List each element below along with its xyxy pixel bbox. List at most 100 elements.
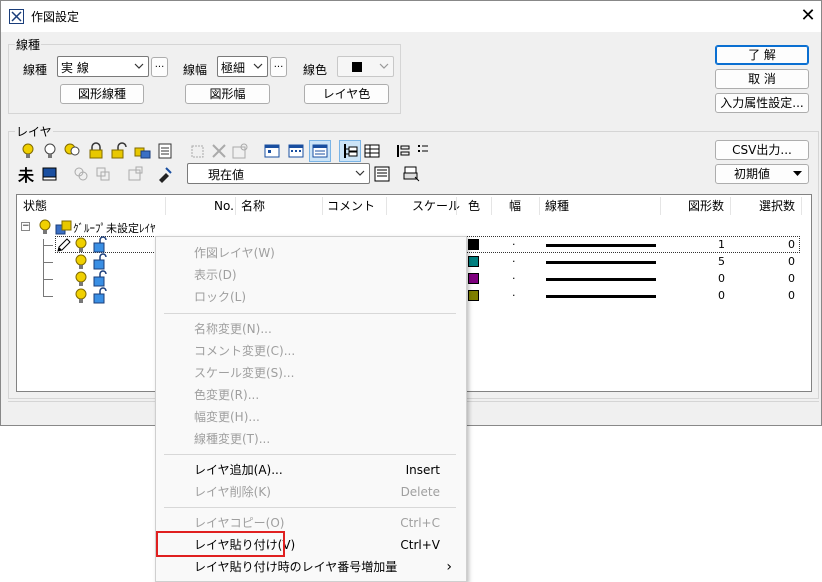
linewidth-label: 線幅 [183,63,208,77]
tree-view-icon[interactable] [339,140,361,162]
menu-item-change-linetype[interactable]: 線種変更(T)... [156,428,466,450]
submenu-arrow-icon: › [446,559,452,575]
close-icon[interactable]: ✕ [797,5,819,27]
input-attribute-settings-button[interactable]: 入力属性設定... [715,93,809,113]
view-details-icon[interactable] [309,140,331,162]
layer-color-fill-icon[interactable] [41,165,59,183]
shape-linetype-button[interactable]: 図形線種 [60,84,144,104]
menu-item-change-width[interactable]: 幅変更(H)... [156,406,466,428]
menu-item-rename[interactable]: 名称変更(N)... [156,318,466,340]
linewidth-more-button[interactable]: ... [270,57,287,77]
column-header-comment[interactable]: コメント [327,195,375,217]
current-value-select[interactable]: 現在値 [187,163,370,184]
window-title: 作図設定 [31,10,80,24]
group-layer-icon[interactable] [55,218,73,236]
chevron-down-icon [134,63,144,69]
layer-print-icon[interactable] [402,165,420,183]
menu-item-change-color[interactable]: 色変更(R)... [156,384,466,406]
row-width[interactable]: · [512,255,516,268]
row-linetype-sample[interactable] [546,244,656,247]
row-color-swatch[interactable] [468,290,479,301]
hierarchy-icon[interactable] [394,142,412,160]
collapse-toggle[interactable]: − [21,222,30,231]
view-large-icon[interactable] [263,142,281,160]
column-header-color[interactable]: 色 [468,195,480,217]
unlock-icon[interactable] [92,253,110,271]
bulb-on-icon[interactable] [73,236,91,254]
group-row-label[interactable]: ｸﾞﾙｰﾌﾟ未設定ﾚｲﾔ [73,220,156,236]
row-color-swatch[interactable] [468,256,479,267]
view-small-icon[interactable] [287,142,305,160]
row-color-swatch[interactable] [468,273,479,284]
unlock-icon[interactable] [92,236,110,254]
row-linetype-sample[interactable] [546,278,656,281]
lock-toggle-icon[interactable] [133,142,151,160]
column-header-shape-count[interactable]: 図形数 [688,195,724,217]
bulb-on-icon[interactable] [73,270,91,288]
layer-table-icon[interactable] [373,165,391,183]
column-header-state[interactable]: 状態 [23,195,47,217]
layer-group-title: レイヤ [15,123,53,140]
highlight-box [156,531,285,557]
bulb-on-icon[interactable] [73,253,91,271]
list-bullets-icon[interactable] [415,142,433,160]
row-selected-count: 0 [788,272,795,285]
linecolor-label: 線色 [303,63,328,77]
chevron-down-icon [379,63,389,69]
new-layer-icon [189,142,207,160]
menu-item-delete-layer[interactable]: レイヤ削除(K) Delete [156,481,466,503]
row-selected-count: 0 [788,255,795,268]
menu-item-paste-increment[interactable]: レイヤ貼り付け時のレイヤ番号増加量 › [156,556,466,578]
linetype-more-button[interactable]: ... [151,57,168,77]
shape-width-button[interactable]: 図形幅 [185,84,270,104]
linetype-label: 線種 [23,63,48,77]
column-header-linetype[interactable]: 線種 [545,195,569,217]
row-linetype-sample[interactable] [546,261,656,264]
menu-item-display[interactable]: 表示(D) [156,264,466,286]
csv-export-button[interactable]: CSV出力... [715,140,809,160]
menu-item-change-comment[interactable]: コメント変更(C)... [156,340,466,362]
menu-item-drawing-layer[interactable]: 作図レイヤ(W) [156,242,466,264]
pick-layer-icon[interactable] [156,165,174,183]
app-icon [9,9,24,24]
lock-icon[interactable] [87,142,105,160]
column-header-selected-count[interactable]: 選択数 [759,195,795,217]
linetype-group-title: 線種 [15,36,42,53]
linetype-select[interactable]: 実 線 [57,56,149,77]
menu-item-change-scale[interactable]: スケール変更(S)... [156,362,466,384]
row-linetype-sample[interactable] [546,295,656,298]
bulb-on-icon[interactable] [73,287,91,305]
column-header-no[interactable]: No. [214,195,234,217]
layer-color-button[interactable]: レイヤ色 [304,84,389,104]
unlock-icon[interactable] [92,270,110,288]
row-width[interactable]: · [512,238,516,251]
row-color-swatch[interactable] [468,239,479,250]
bulb-on-icon[interactable] [19,142,37,160]
bulb-off-icon[interactable] [41,142,59,160]
pencil-icon [55,236,73,254]
column-header-name[interactable]: 名称 [241,195,265,217]
group-move-icon [72,165,90,183]
linewidth-select[interactable]: 極細 [217,56,268,77]
row-selected-count: 0 [788,289,795,302]
menu-item-lock[interactable]: ロック(L) [156,286,466,308]
linecolor-select[interactable] [337,56,394,77]
layer-list-icon[interactable] [156,142,174,160]
unlock-icon[interactable] [109,142,127,160]
row-shape-count: 1 [718,238,725,251]
delete-icon [210,142,228,160]
unset-marker[interactable]: 未 [18,162,34,186]
initial-value-button[interactable]: 初期値 [715,164,809,184]
menu-item-add-layer[interactable]: レイヤ追加(A)... Insert [156,459,466,481]
column-header-scale[interactable]: スケール [412,195,460,217]
column-header-width[interactable]: 幅 [509,195,521,217]
cancel-button[interactable]: 取 消 [715,69,809,89]
unlock-icon[interactable] [92,287,110,305]
bulb-on-icon[interactable] [37,218,55,236]
bulb-toggle-icon[interactable] [63,142,81,160]
ok-button[interactable]: 了 解 [715,45,809,65]
grid-view-icon[interactable] [363,142,381,160]
group-copy-icon [94,165,112,183]
row-width[interactable]: · [512,289,516,302]
row-width[interactable]: · [512,272,516,285]
